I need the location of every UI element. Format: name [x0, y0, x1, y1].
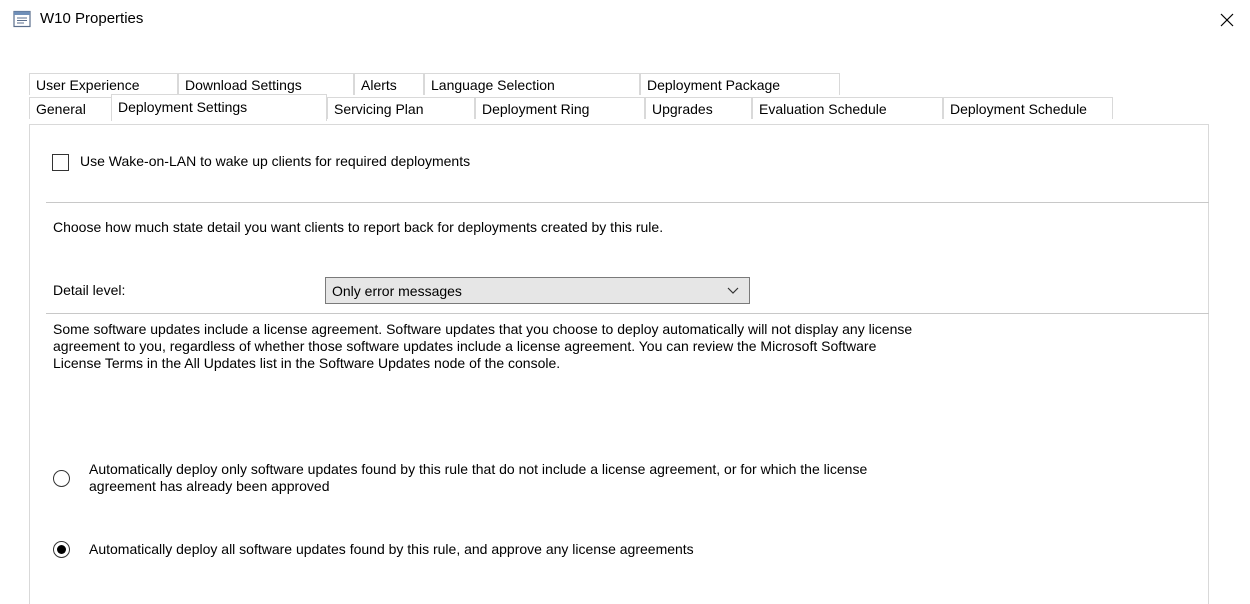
deploy-unlicensed-only-label[interactable]: Automatically deploy only software updat…	[89, 461, 867, 495]
tab-deployment-schedule[interactable]: Deployment Schedule	[943, 97, 1113, 119]
license-info-line: agreement to you, regardless of whether …	[53, 338, 877, 354]
tab-general[interactable]: General	[29, 97, 113, 119]
chevron-down-icon	[727, 287, 739, 294]
tab-user-experience[interactable]: User Experience	[29, 73, 178, 95]
window-title: W10 Properties	[40, 10, 144, 27]
title-bar: W10 Properties	[0, 0, 1250, 40]
deploy-all-approve-radio[interactable]	[53, 541, 70, 558]
tab-row-bottom: General Deployment Settings Servicing Pl…	[29, 94, 1129, 121]
license-info-line: License Terms in the All Updates list in…	[53, 355, 561, 371]
detail-level-label: Detail level:	[53, 282, 126, 298]
license-info-line: Some software updates include a license …	[53, 321, 913, 337]
wake-on-lan-checkbox[interactable]	[52, 154, 69, 171]
tab-row-top: User Experience Download Settings Alerts…	[29, 73, 1029, 95]
close-button[interactable]	[1204, 0, 1250, 40]
deploy-unlicensed-only-line: Automatically deploy only software updat…	[89, 461, 868, 477]
separator	[46, 202, 1209, 203]
license-info-paragraph: Some software updates include a license …	[53, 321, 1203, 372]
tab-evaluation-schedule[interactable]: Evaluation Schedule	[752, 97, 943, 119]
radio-selected-dot	[57, 545, 66, 554]
separator	[46, 313, 1209, 314]
tab-download-settings[interactable]: Download Settings	[178, 73, 354, 95]
tab-deployment-package[interactable]: Deployment Package	[640, 73, 840, 95]
tab-deployment-settings[interactable]: Deployment Settings	[111, 94, 327, 121]
deploy-unlicensed-only-line: agreement has already been approved	[89, 478, 330, 494]
detail-level-value: Only error messages	[332, 283, 462, 299]
deploy-unlicensed-only-radio[interactable]	[53, 470, 70, 487]
detail-level-dropdown[interactable]: Only error messages	[325, 277, 750, 304]
tab-language-selection[interactable]: Language Selection	[424, 73, 640, 95]
wake-on-lan-label[interactable]: Use Wake-on-LAN to wake up clients for r…	[80, 153, 470, 169]
state-detail-description: Choose how much state detail you want cl…	[53, 219, 664, 235]
tab-deployment-ring[interactable]: Deployment Ring	[475, 97, 645, 119]
tab-upgrades[interactable]: Upgrades	[645, 97, 752, 119]
tab-servicing-plan[interactable]: Servicing Plan	[327, 97, 475, 119]
properties-window-icon	[13, 10, 31, 28]
close-icon	[1220, 13, 1234, 27]
tab-alerts[interactable]: Alerts	[354, 73, 424, 95]
deploy-all-approve-label[interactable]: Automatically deploy all software update…	[89, 541, 694, 558]
